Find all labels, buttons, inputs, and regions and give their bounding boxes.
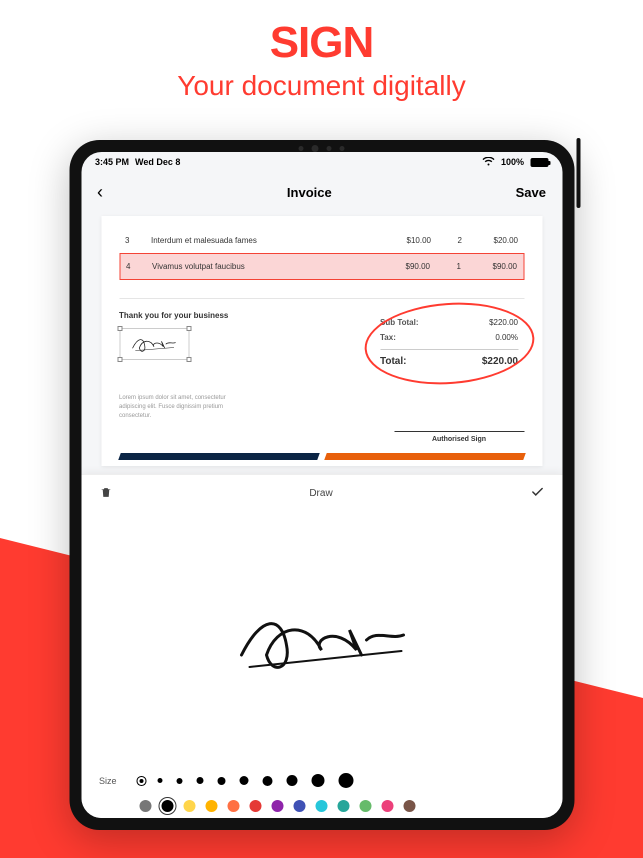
table-row-highlighted[interactable]: 4 Vivamus volutpat faucibus $90.00 1 $90… (119, 253, 524, 280)
status-date: Wed Dec 8 (135, 157, 180, 167)
size-option[interactable] (262, 776, 272, 786)
status-bar: 3:45 PM Wed Dec 8 100% (81, 152, 562, 172)
battery-icon (530, 158, 548, 167)
table-row: 3 Interdum et malesuada fames $10.00 2 $… (119, 228, 524, 253)
size-option[interactable] (139, 779, 143, 783)
page-title: Invoice (103, 185, 516, 200)
invoice-document[interactable]: 3 Interdum et malesuada fames $10.00 2 $… (101, 216, 542, 466)
size-option[interactable] (286, 775, 297, 786)
signature-placement[interactable] (119, 328, 189, 360)
color-option[interactable] (293, 800, 305, 812)
color-option[interactable] (249, 800, 261, 812)
save-button[interactable]: Save (516, 185, 546, 200)
resize-handle[interactable] (117, 326, 122, 331)
app-header: ‹ Invoice Save (81, 172, 562, 212)
tablet-frame: 3:45 PM Wed Dec 8 100% ‹ Invoice Save 3 … (69, 140, 574, 830)
draw-title: Draw (309, 488, 332, 499)
draw-panel: Draw Size (81, 474, 562, 818)
color-picker (81, 794, 562, 818)
color-option[interactable] (359, 800, 371, 812)
color-option[interactable] (337, 800, 349, 812)
size-option[interactable] (239, 776, 248, 785)
size-option[interactable] (176, 778, 182, 784)
annotation-circle-icon (361, 297, 536, 390)
size-picker: Size (81, 767, 562, 794)
resize-handle[interactable] (186, 357, 191, 362)
size-option[interactable] (217, 777, 225, 785)
size-option[interactable] (196, 777, 203, 784)
hero: SIGN Your document digitally (0, 0, 643, 102)
screen: 3:45 PM Wed Dec 8 100% ‹ Invoice Save 3 … (81, 152, 562, 818)
hero-subtitle: Your document digitally (0, 70, 643, 102)
size-option[interactable] (338, 773, 353, 788)
authorised-sign-label: Authorised Sign (394, 431, 524, 443)
color-option[interactable] (139, 800, 151, 812)
signature-preview-icon (127, 332, 182, 356)
size-option[interactable] (157, 778, 162, 783)
footnote-text: Lorem ipsum dolor sit amet, consectetur … (119, 394, 239, 421)
color-option[interactable] (271, 800, 283, 812)
color-option[interactable] (205, 800, 217, 812)
color-option[interactable] (161, 800, 173, 812)
color-option[interactable] (381, 800, 393, 812)
color-option[interactable] (227, 800, 239, 812)
hero-title: SIGN (0, 18, 643, 68)
color-option[interactable] (183, 800, 195, 812)
camera-bar (299, 145, 345, 152)
footer-bars (119, 453, 524, 460)
trash-icon[interactable] (99, 486, 112, 502)
totals-block: Sub Total:$220.00 Tax:0.00% Total:$220.0… (374, 311, 524, 374)
wifi-icon (483, 157, 495, 168)
battery-percent: 100% (501, 157, 524, 167)
size-option[interactable] (311, 774, 324, 787)
signature-canvas[interactable] (81, 512, 562, 767)
signature-drawing-icon (222, 595, 422, 685)
resize-handle[interactable] (186, 326, 191, 331)
status-time: 3:45 PM (95, 157, 129, 167)
confirm-icon[interactable] (530, 485, 544, 502)
color-option[interactable] (315, 800, 327, 812)
color-option[interactable] (403, 800, 415, 812)
thank-you-text: Thank you for your business (119, 311, 374, 320)
size-label: Size (99, 776, 127, 786)
resize-handle[interactable] (117, 357, 122, 362)
